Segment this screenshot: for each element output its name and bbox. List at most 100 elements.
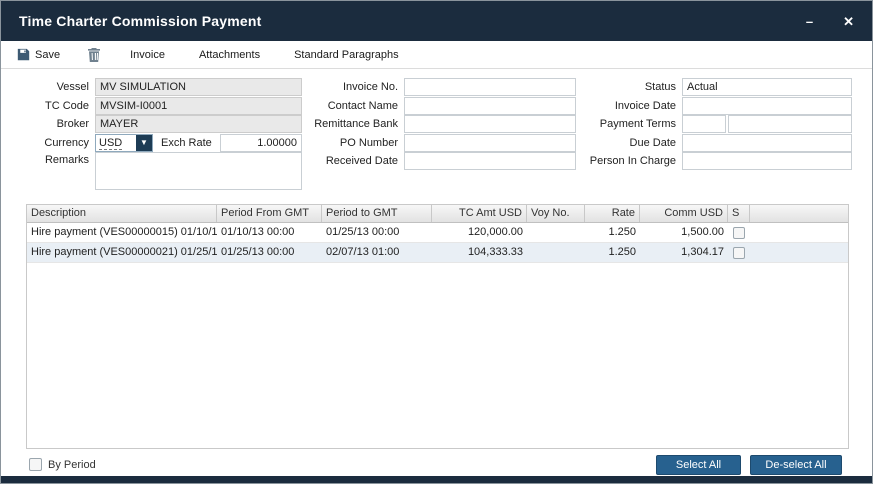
header-period-to[interactable]: Period to GMT: [322, 205, 432, 222]
attachments-button[interactable]: Attachments: [199, 49, 260, 61]
toolbar: Save Invoice Attachments Standard Paragr…: [1, 41, 872, 69]
contact-name-row: Contact Name: [309, 97, 576, 115]
person-in-charge-label: Person In Charge: [584, 152, 682, 170]
exch-rate-field[interactable]: 1.00000: [220, 134, 302, 152]
broker-label: Broker: [19, 115, 95, 133]
cell-select: [728, 223, 750, 242]
form-column-left: Vessel MV SIMULATION TC Code MVSIM-I0001…: [19, 78, 302, 190]
contact-name-label: Contact Name: [309, 97, 404, 115]
currency-value: USD: [96, 135, 136, 151]
cell-period-from: 01/10/13 00:00: [217, 223, 322, 242]
cell-tc-amt: 104,333.33: [432, 243, 527, 262]
currency-row: Currency USD ▼ Exch Rate 1.00000: [19, 134, 302, 152]
cell-period-from: 01/25/13 00:00: [217, 243, 322, 262]
po-number-field[interactable]: [404, 134, 576, 152]
remarks-label: Remarks: [19, 152, 95, 190]
remittance-bank-label: Remittance Bank: [309, 115, 404, 133]
payment-terms-field-2[interactable]: [728, 115, 852, 133]
payment-terms-field-1[interactable]: [682, 115, 726, 133]
save-icon: [17, 48, 30, 61]
payment-terms-label: Payment Terms: [584, 115, 682, 133]
due-date-label: Due Date: [584, 134, 682, 152]
save-label: Save: [35, 49, 60, 61]
exch-rate-label: Exch Rate: [157, 134, 220, 152]
cell-rate: 1.250: [585, 223, 640, 242]
remarks-field[interactable]: [95, 152, 302, 190]
deselect-all-button[interactable]: De-select All: [750, 455, 842, 475]
person-in-charge-row: Person In Charge: [584, 152, 852, 170]
status-field[interactable]: Actual: [682, 78, 852, 96]
cell-voy-no: [527, 223, 585, 242]
standard-paragraphs-button[interactable]: Standard Paragraphs: [294, 49, 399, 61]
invoice-no-field[interactable]: [404, 78, 576, 96]
hire-payments-grid: Description Period From GMT Period to GM…: [26, 204, 849, 449]
save-button[interactable]: Save: [17, 48, 60, 61]
grid-row-2[interactable]: Hire payment (VES00000021) 01/25/1: 01/2…: [27, 243, 848, 263]
dialog-window: Time Charter Commission Payment – ✕ Save…: [0, 0, 873, 484]
cell-voy-no: [527, 243, 585, 262]
due-date-row: Due Date: [584, 134, 852, 152]
by-period-control: By Period: [29, 458, 96, 471]
invoice-date-label: Invoice Date: [584, 97, 682, 115]
header-filler: [750, 205, 848, 222]
person-in-charge-field[interactable]: [682, 152, 852, 170]
header-comm[interactable]: Comm USD: [640, 205, 728, 222]
tc-code-field[interactable]: MVSIM-I0001: [95, 97, 302, 115]
invoice-date-field[interactable]: [682, 97, 852, 115]
header-voy-no[interactable]: Voy No.: [527, 205, 585, 222]
remittance-bank-row: Remittance Bank: [309, 115, 576, 133]
tc-code-label: TC Code: [19, 97, 95, 115]
remittance-bank-field[interactable]: [404, 115, 576, 133]
delete-button[interactable]: [88, 48, 100, 62]
invoice-no-row: Invoice No.: [309, 78, 576, 96]
tc-code-row: TC Code MVSIM-I0001: [19, 97, 302, 115]
received-date-row: Received Date: [309, 152, 576, 170]
broker-row: Broker MAYER: [19, 115, 302, 133]
vessel-field[interactable]: MV SIMULATION: [95, 78, 302, 96]
cell-select: [728, 243, 750, 262]
header-tc-amt[interactable]: TC Amt USD: [432, 205, 527, 222]
currency-label: Currency: [19, 134, 95, 152]
contact-name-field[interactable]: [404, 97, 576, 115]
invoice-button[interactable]: Invoice: [130, 49, 165, 61]
broker-field[interactable]: MAYER: [95, 115, 302, 133]
by-period-checkbox[interactable]: [29, 458, 42, 471]
minimize-button[interactable]: –: [806, 15, 813, 28]
received-date-field[interactable]: [404, 152, 576, 170]
header-description[interactable]: Description: [27, 205, 217, 222]
header-select[interactable]: S: [728, 205, 750, 222]
cell-description: Hire payment (VES00000021) 01/25/1:: [27, 243, 217, 262]
standard-paragraphs-label: Standard Paragraphs: [294, 49, 399, 61]
cell-comm: 1,500.00: [640, 223, 728, 242]
attachments-label: Attachments: [199, 49, 260, 61]
by-period-label: By Period: [48, 459, 96, 471]
received-date-label: Received Date: [309, 152, 404, 170]
vessel-label: Vessel: [19, 78, 95, 96]
invoice-no-label: Invoice No.: [309, 78, 404, 96]
invoice-label: Invoice: [130, 49, 165, 61]
chevron-down-icon[interactable]: ▼: [136, 135, 152, 151]
row-checkbox[interactable]: [733, 247, 745, 259]
vessel-row: Vessel MV SIMULATION: [19, 78, 302, 96]
trash-icon: [88, 48, 100, 62]
close-button[interactable]: ✕: [843, 15, 854, 28]
invoice-date-row: Invoice Date: [584, 97, 852, 115]
header-period-from[interactable]: Period From GMT: [217, 205, 322, 222]
cell-tc-amt: 120,000.00: [432, 223, 527, 242]
po-number-label: PO Number: [309, 134, 404, 152]
title-bar: Time Charter Commission Payment – ✕: [1, 1, 872, 41]
window-title: Time Charter Commission Payment: [19, 13, 261, 29]
grid-header: Description Period From GMT Period to GM…: [27, 205, 848, 223]
row-checkbox[interactable]: [733, 227, 745, 239]
cell-filler: [750, 223, 848, 242]
cell-filler: [750, 243, 848, 262]
grid-row-1[interactable]: Hire payment (VES00000015) 01/10/1: 01/1…: [27, 223, 848, 243]
currency-select[interactable]: USD ▼: [95, 134, 153, 152]
payment-terms-row: Payment Terms: [584, 115, 852, 133]
header-rate[interactable]: Rate: [585, 205, 640, 222]
status-label: Status: [584, 78, 682, 96]
cell-rate: 1.250: [585, 243, 640, 262]
cell-period-to: 02/07/13 01:00: [322, 243, 432, 262]
select-all-button[interactable]: Select All: [656, 455, 741, 475]
due-date-field[interactable]: [682, 134, 852, 152]
